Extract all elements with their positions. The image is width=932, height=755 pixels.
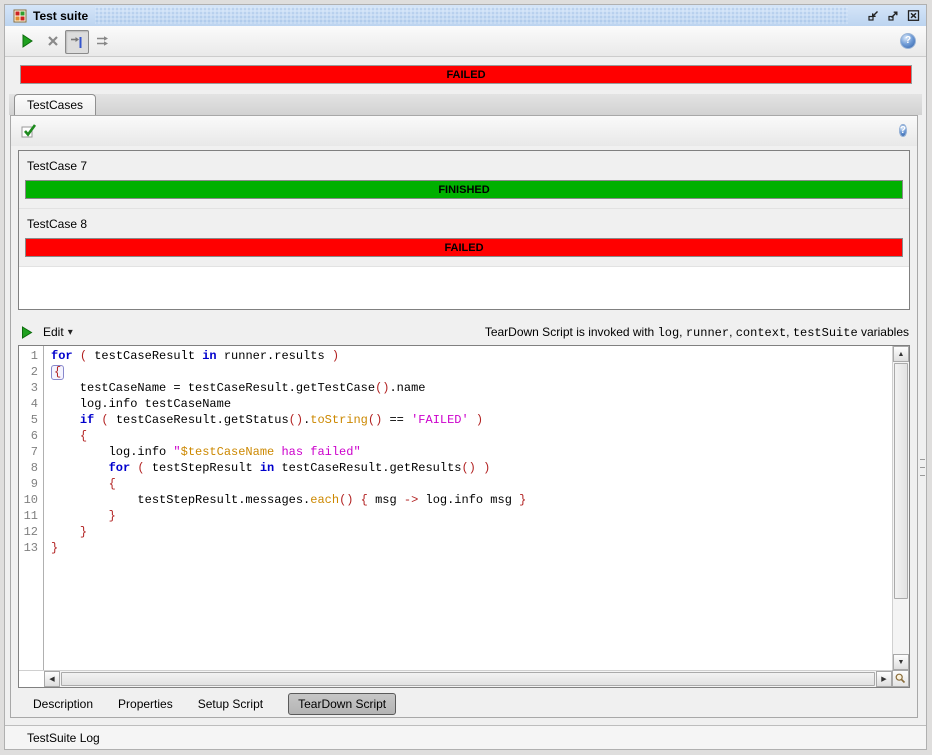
code-lines[interactable]: for ( testCaseResult in runner.results )… (45, 346, 892, 670)
testcase-list: TestCase 7 FINISHED TestCase 8 FAILED (18, 150, 910, 310)
vertical-scrollbar[interactable]: ▲ ▼ (892, 346, 909, 670)
testcase-status-label: FINISHED (438, 183, 490, 196)
testcase-name: TestCase 7 (27, 159, 88, 173)
scroll-corner-spacer (19, 670, 44, 687)
help-icon[interactable]: ? (898, 122, 907, 138)
script-tabs: Description Properties Setup Script Tear… (11, 691, 917, 717)
testcase-status-bar: FAILED (25, 238, 903, 257)
create-testcase-icon[interactable] (21, 122, 38, 139)
scroll-up-icon[interactable]: ▲ (893, 346, 909, 362)
testsuite-log-label: TestSuite Log (27, 730, 100, 745)
tab-properties[interactable]: Properties (118, 697, 173, 711)
testcases-toolbar: ? (11, 116, 917, 146)
vertical-scroll-thumb[interactable] (894, 363, 908, 599)
maximize-button[interactable] (886, 8, 901, 23)
testsuite-log-bar[interactable]: TestSuite Log (5, 725, 926, 749)
font-resize-icon[interactable] (892, 670, 909, 687)
scroll-down-icon[interactable]: ▼ (893, 654, 909, 670)
run-script-icon[interactable] (21, 325, 33, 339)
editor-gutter: 1 2 3 4 5 6 7 8 9 10 11 12 13 (19, 346, 44, 670)
scroll-left-icon[interactable]: ◀ (44, 671, 60, 687)
minimize-button[interactable] (866, 8, 881, 23)
title-bar[interactable]: Test suite (5, 5, 926, 27)
testcase-status-bar: FINISHED (25, 180, 903, 199)
suite-status-bar: FAILED (20, 65, 912, 84)
testcase-status-label: FAILED (444, 241, 484, 254)
horizontal-scroll-thumb[interactable] (61, 672, 875, 686)
script-info-text: TearDown Script is invoked with log, run… (484, 325, 909, 340)
testcase-name: TestCase 8 (27, 217, 88, 231)
tab-strip: TestCases (9, 94, 922, 115)
close-button[interactable] (906, 8, 921, 23)
testcase-row[interactable]: TestCase 7 FINISHED (19, 151, 909, 209)
script-editor-header: Edit ▾ TearDown Script is invoked with l… (11, 319, 917, 345)
testsuite-grid-icon (13, 9, 27, 23)
script-editor[interactable]: 1 2 3 4 5 6 7 8 9 10 11 12 13 for ( testCaseResult i… (18, 345, 910, 688)
suite-toolbar: ? (5, 26, 926, 57)
cancel-icon[interactable] (43, 31, 63, 51)
tab-testcases[interactable]: TestCases (14, 94, 97, 115)
chevron-down-icon[interactable]: ▾ (68, 327, 73, 338)
testsuite-window: Test suite ? FAILED TestCases ? TestCase… (4, 4, 927, 750)
edit-menu-button[interactable]: Edit (43, 325, 64, 339)
tab-description[interactable]: Description (33, 697, 93, 711)
help-icon[interactable]: ? (898, 31, 918, 51)
splitter-grip[interactable] (920, 455, 925, 477)
script-info-vars: log, runner, context, testSuite (657, 325, 858, 340)
run-sequential-toggle-icon[interactable] (65, 30, 89, 54)
titlebar-texture (95, 7, 848, 24)
tab-teardown-script[interactable]: TearDown Script (288, 693, 397, 715)
window-title: Test suite (33, 8, 89, 23)
suite-status-label: FAILED (446, 68, 486, 81)
testcase-row[interactable]: TestCase 8 FAILED (19, 209, 909, 267)
run-options-icon[interactable] (93, 31, 113, 51)
run-icon[interactable] (17, 31, 37, 51)
horizontal-scrollbar[interactable]: ◀ ▶ (44, 670, 892, 687)
tab-setup-script[interactable]: Setup Script (198, 697, 263, 711)
testcases-panel: ? TestCase 7 FINISHED TestCase 8 FAILED (10, 115, 918, 718)
scroll-right-icon[interactable]: ▶ (876, 671, 892, 687)
